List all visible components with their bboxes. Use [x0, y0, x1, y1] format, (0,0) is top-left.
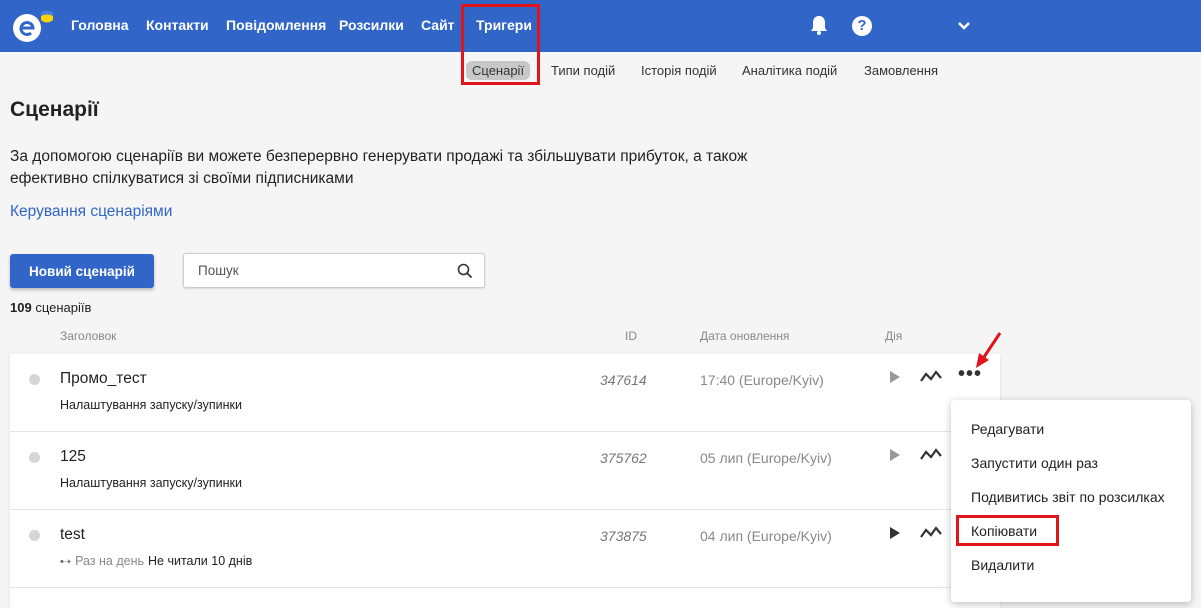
scenario-date: 17:40 (Europe/Kyiv) [700, 372, 824, 388]
scenario-date: 04 лип (Europe/Kyiv) [700, 528, 832, 544]
column-header-id: ID [625, 329, 637, 343]
column-header-action: Дія [885, 329, 903, 343]
scenario-count-number: 109 [10, 300, 32, 315]
bell-icon[interactable] [808, 14, 830, 36]
status-dot-icon [29, 374, 40, 385]
nav-contacts[interactable]: Контакти [146, 17, 209, 33]
scenario-id: 347614 [600, 372, 647, 388]
scenario-count: 109 сценаріїв [10, 300, 91, 315]
search-input[interactable] [184, 254, 444, 287]
table-row[interactable]: Промо_тест Налаштування запуску/зупинки … [10, 354, 1000, 432]
table-row[interactable]: 125 Налаштування запуску/зупинки 375762 … [10, 432, 1000, 510]
scenarios-table: Промо_тест Налаштування запуску/зупинки … [10, 354, 1000, 608]
search-box [183, 253, 485, 288]
subnav-orders[interactable]: Замовлення [864, 63, 938, 78]
top-navigation-bar: Головна Контакти Повідомлення Розсилки С… [0, 0, 1201, 52]
menu-item-copy[interactable]: Копіювати [971, 523, 1037, 539]
search-icon[interactable] [457, 263, 473, 279]
page-title: Сценарії [10, 98, 99, 121]
column-header-updated: Дата оновлення [700, 329, 790, 343]
stats-icon[interactable] [920, 447, 942, 463]
subnav-event-history[interactable]: Історія подій [641, 63, 717, 78]
scenario-subtitle: •➝ Раз на день Не читали 10 днів [60, 554, 252, 568]
repeat-arrow-icon: •➝ [60, 556, 71, 568]
scenario-schedule: Раз на день [75, 554, 145, 568]
new-scenario-button[interactable]: Новий сценарій [10, 254, 154, 288]
play-icon[interactable] [888, 447, 902, 463]
scenario-subtitle: Налаштування запуску/зупинки [60, 398, 242, 412]
nav-triggers[interactable]: Тригери [476, 17, 532, 33]
subnav-event-analytics[interactable]: Аналітика подій [742, 63, 837, 78]
page-description: За допомогою сценаріїв ви можете безпере… [10, 148, 748, 187]
column-header-title: Заголовок [60, 329, 117, 343]
nav-messages[interactable]: Повідомлення [226, 17, 326, 33]
play-icon[interactable] [888, 369, 902, 385]
menu-item-run-once[interactable]: Запустити один раз [971, 455, 1098, 471]
scenario-title[interactable]: 125 [60, 448, 86, 466]
stats-icon[interactable] [920, 369, 942, 385]
scenario-condition: Не читали 10 днів [148, 554, 253, 568]
menu-item-view-report[interactable]: Подивитись звіт по розсилках [971, 489, 1165, 505]
help-icon[interactable]: ? [852, 16, 872, 36]
subnav-event-types[interactable]: Типи подій [551, 63, 615, 78]
subnav-scenarios[interactable]: Сценарії [466, 61, 531, 80]
nav-site[interactable]: Сайт [421, 17, 455, 33]
esputnik-logo-icon[interactable] [10, 8, 58, 44]
table-row[interactable] [10, 588, 1000, 608]
scenario-title[interactable]: Промо_тест [60, 370, 147, 388]
pointer-arrow-icon [976, 332, 1002, 368]
play-icon[interactable] [888, 525, 902, 541]
scenario-count-label: сценаріїв [35, 300, 92, 315]
menu-item-delete[interactable]: Видалити [971, 557, 1034, 573]
scenario-title[interactable]: test [60, 526, 85, 544]
chevron-down-icon[interactable] [956, 18, 972, 34]
status-dot-icon [29, 530, 40, 541]
actions-dropdown-menu: Редагувати Запустити один раз Подивитись… [951, 400, 1191, 602]
scenario-subtitle: Налаштування запуску/зупинки [60, 476, 242, 490]
manage-scenarios-link[interactable]: Керування сценаріями [10, 203, 172, 221]
status-dot-icon [29, 452, 40, 463]
table-row[interactable]: test •➝ Раз на день Не читали 10 днів 3738… [10, 510, 1000, 588]
nav-campaigns[interactable]: Розсилки [339, 17, 404, 33]
stats-icon[interactable] [920, 525, 942, 541]
scenario-id: 375762 [600, 450, 647, 466]
more-actions-icon[interactable]: ••• [958, 364, 981, 387]
scenario-id: 373875 [600, 528, 647, 544]
nav-home[interactable]: Головна [71, 17, 129, 33]
scenario-date: 05 лип (Europe/Kyiv) [700, 450, 832, 466]
menu-item-edit[interactable]: Редагувати [971, 421, 1044, 437]
